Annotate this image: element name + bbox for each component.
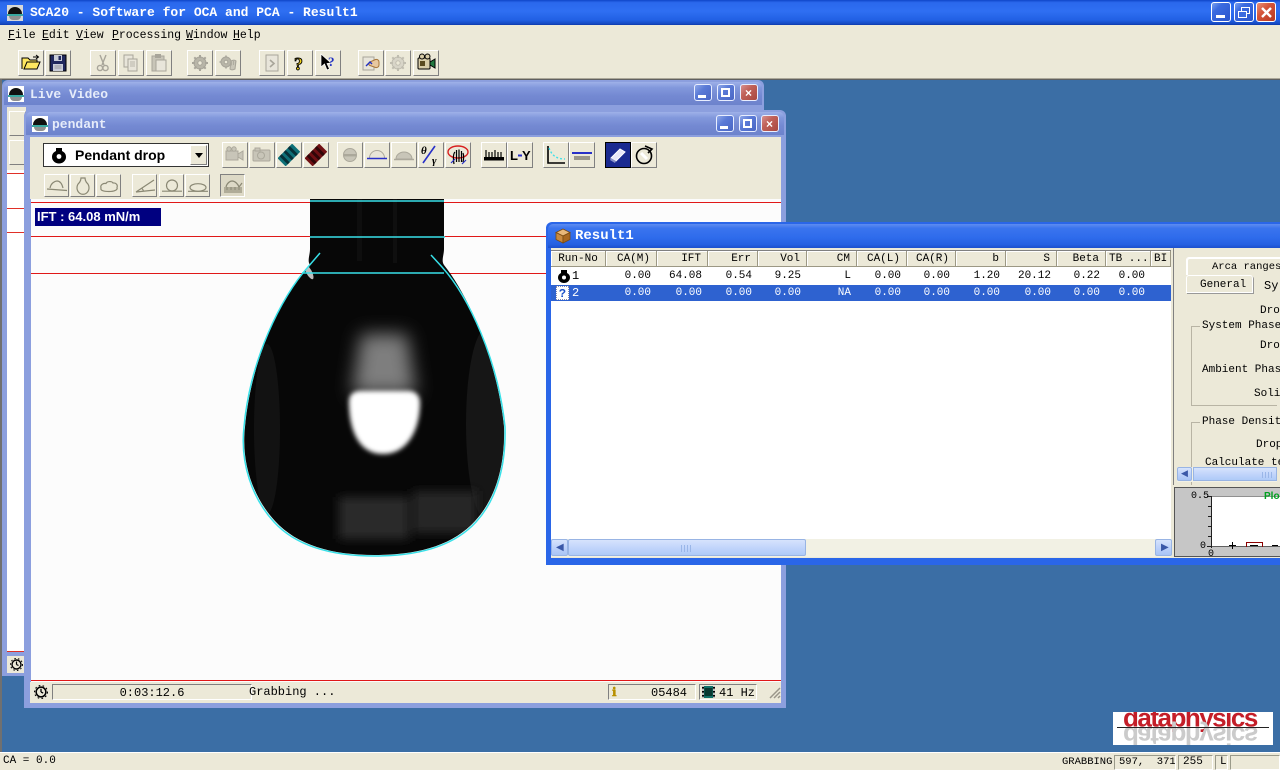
svg-text:?: ? [294, 54, 303, 73]
svg-text:Y: Y [522, 148, 531, 163]
svg-text:γ: γ [432, 155, 437, 166]
svg-text:L: L [510, 148, 518, 163]
svg-text:dataphysics: dataphysics [1123, 721, 1258, 745]
svg-text:θ: θ [421, 145, 427, 157]
svg-text:?: ? [328, 54, 335, 69]
